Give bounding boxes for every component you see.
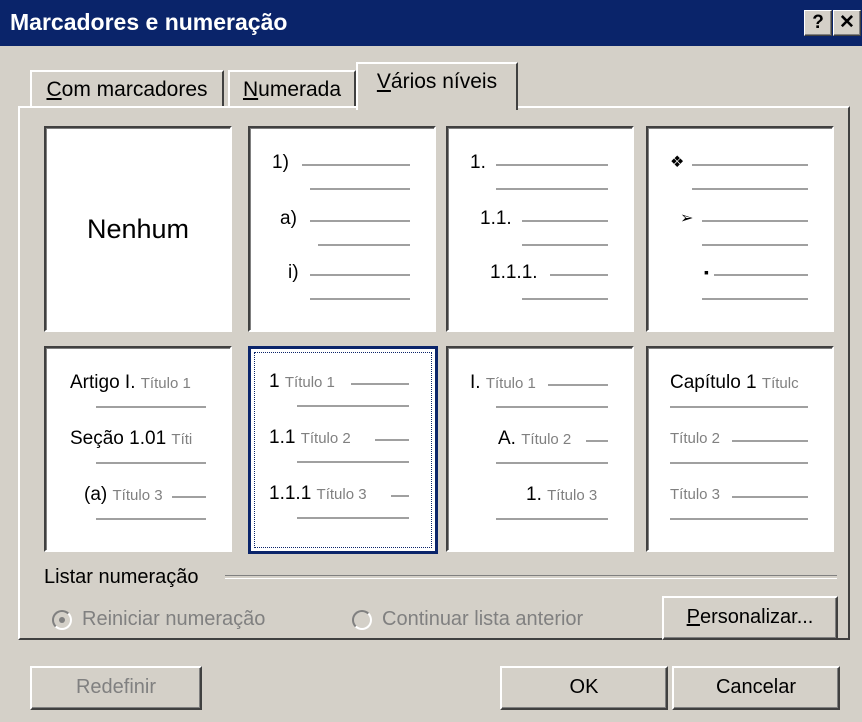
list-numbering-label: Listar numeração [44, 566, 199, 588]
dialog-title: Marcadores e numeração [10, 9, 288, 35]
placeholder-line [496, 188, 608, 190]
level-1-number: 1. [470, 152, 486, 173]
heading-2-line [586, 440, 608, 442]
close-button[interactable]: ✕ [833, 10, 861, 36]
placeholder-line [670, 518, 808, 520]
level-3-line [714, 274, 808, 276]
ok-button[interactable]: OK [500, 666, 668, 710]
gallery-item-outline-4[interactable]: ❖ ➢ ▪ [646, 126, 834, 332]
restart-numbering-label: Reiniciar numeração [82, 608, 266, 630]
placeholder-line [496, 518, 608, 520]
none-label: Nenhum [86, 214, 190, 244]
bullets-and-numbering-dialog: Marcadores e numeração ? ✕ Com marcadore… [0, 0, 862, 722]
tab-outline-numbered[interactable]: Vários níveis [356, 62, 518, 110]
heading-1-label: Capítulo 1 Títulc [670, 372, 799, 393]
gallery-item-outline-2[interactable]: 1) a) i) [248, 126, 436, 332]
heading-3-label: Título 3 [670, 486, 721, 503]
heading-1-label: 1 Título 1 [269, 371, 335, 392]
placeholder-line [310, 188, 410, 190]
gallery-item-none[interactable]: Nenhum [44, 126, 232, 332]
level-2-line [310, 220, 410, 222]
cancel-button[interactable]: Cancelar [672, 666, 840, 710]
diamond-bullet-icon: ❖ [670, 154, 685, 171]
level-2-line [702, 220, 808, 222]
tab-numbered[interactable]: Numerada [228, 70, 356, 108]
heading-1-line [548, 384, 608, 386]
arrow-bullet-icon: ➢ [680, 210, 694, 227]
level-3-number: i) [288, 262, 299, 283]
placeholder-line [702, 298, 808, 300]
heading-1-label: Artigo I. Título 1 [70, 372, 191, 393]
placeholder-line [496, 462, 608, 464]
level-3-line [550, 274, 608, 276]
placeholder-line [670, 406, 808, 408]
level-3-number: 1.1.1. [490, 262, 538, 283]
gallery-item-outline-3[interactable]: 1. 1.1. 1.1.1. [446, 126, 634, 332]
placeholder-line [318, 244, 410, 246]
level-2-number: a) [280, 208, 297, 229]
placeholder-line [297, 461, 409, 463]
level-1-line [496, 164, 608, 166]
heading-3-line [732, 496, 808, 498]
title-bar: Marcadores e numeração ? ✕ [0, 0, 862, 46]
heading-2-label: 1.1 Título 2 [269, 427, 351, 448]
placeholder-line [297, 405, 409, 407]
radio-selected-icon [52, 610, 72, 630]
group-separator [225, 575, 837, 579]
level-3-line [310, 274, 410, 276]
placeholder-line [522, 244, 608, 246]
heading-3-line [172, 496, 206, 498]
placeholder-line [310, 298, 410, 300]
radio-unselected-icon [352, 610, 372, 630]
level-1-line [302, 164, 410, 166]
placeholder-line [297, 517, 409, 519]
tab-bulleted[interactable]: Com marcadores [30, 70, 224, 108]
help-button[interactable]: ? [804, 10, 832, 36]
heading-2-line [375, 439, 409, 441]
placeholder-line [522, 298, 608, 300]
placeholder-line [702, 244, 808, 246]
square-bullet-icon: ▪ [704, 264, 709, 280]
heading-2-label: Título 2 [670, 430, 721, 447]
level-2-line [522, 220, 608, 222]
gallery-item-outline-6[interactable]: 1 Título 1 1.1 Título 2 1.1.1 Título 3 [248, 346, 438, 554]
level-1-number: 1) [272, 152, 289, 173]
heading-2-line [732, 440, 808, 442]
gallery-item-outline-5[interactable]: Artigo I. Título 1 Seção 1.01 Títi (a) T… [44, 346, 232, 552]
heading-3-line [391, 495, 409, 497]
heading-1-label: I. Título 1 [470, 372, 536, 393]
heading-3-label: 1. Título 3 [526, 484, 598, 505]
reset-button[interactable]: Redefinir [30, 666, 202, 710]
placeholder-line [96, 462, 206, 464]
customize-button[interactable]: Personalizar... [662, 596, 838, 640]
heading-3-label: 1.1.1 Título 3 [269, 483, 367, 504]
gallery-item-outline-8[interactable]: Capítulo 1 Títulc Título 2 Título 3 [646, 346, 834, 552]
continue-list-label: Continuar lista anterior [382, 608, 584, 630]
gallery-item-outline-7[interactable]: I. Título 1 A. Título 2 1. Título 3 [446, 346, 634, 552]
heading-2-label: A. Título 2 [498, 428, 572, 449]
placeholder-line [96, 406, 206, 408]
level-2-number: 1.1. [480, 208, 512, 229]
placeholder-line [670, 462, 808, 464]
heading-2-label: Seção 1.01 Títi [70, 428, 193, 449]
placeholder-line [496, 406, 608, 408]
heading-3-label: (a) Título 3 [84, 484, 163, 505]
placeholder-line [692, 188, 808, 190]
level-1-line [692, 164, 808, 166]
placeholder-line [96, 518, 206, 520]
heading-1-line [351, 383, 409, 385]
